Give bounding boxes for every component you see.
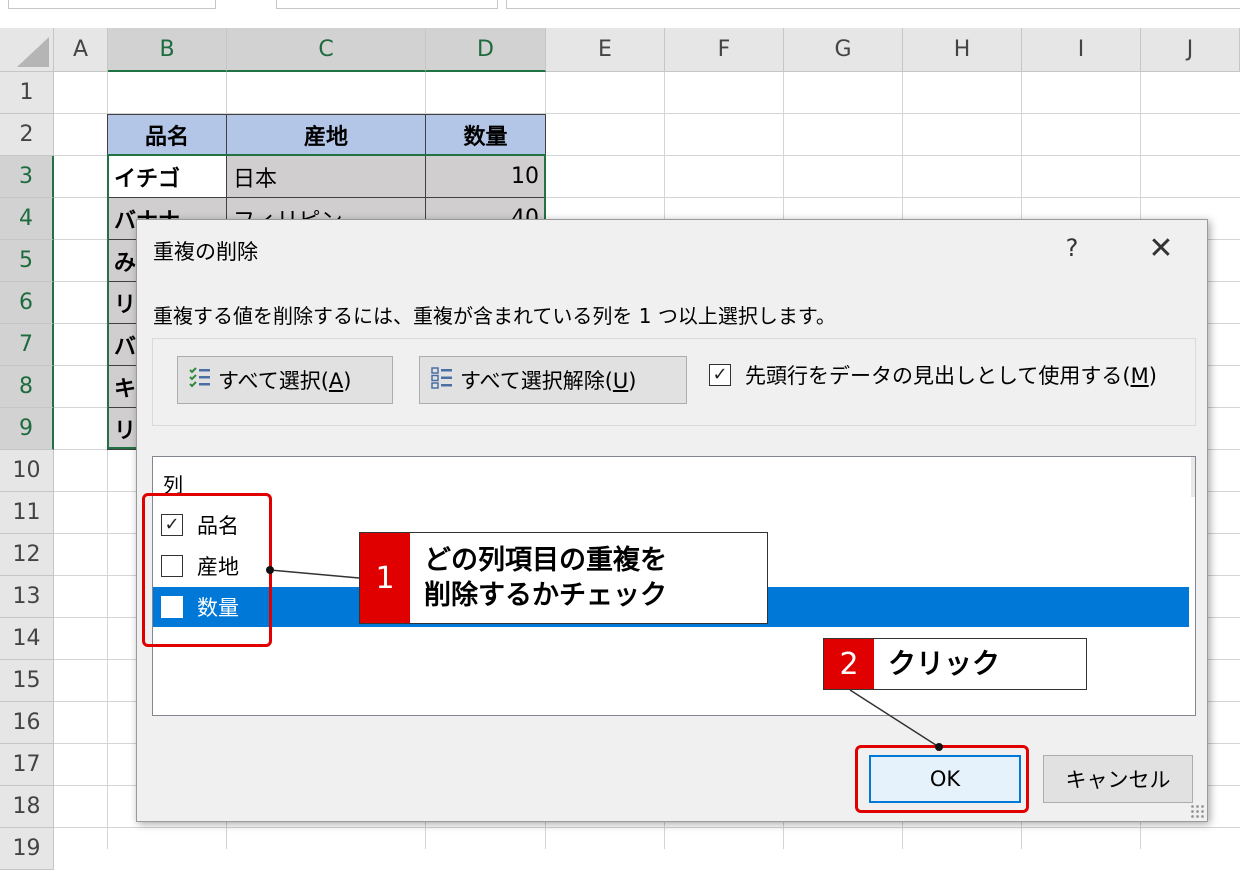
column-header-j[interactable]: J bbox=[1141, 28, 1240, 72]
row-header-1[interactable]: 1 bbox=[0, 72, 54, 114]
column-header-b[interactable]: B bbox=[108, 28, 227, 72]
select-all-label: すべて選択(A) bbox=[218, 369, 352, 393]
row-header-13[interactable]: 13 bbox=[0, 576, 54, 618]
row-header-17[interactable]: 17 bbox=[0, 744, 54, 786]
row-header-10[interactable]: 10 bbox=[0, 450, 54, 492]
formula-bar-strip bbox=[0, 0, 1240, 28]
help-icon[interactable]: ? bbox=[1057, 230, 1087, 266]
cell-c3[interactable]: 日本 bbox=[226, 155, 426, 198]
column-header-f[interactable]: F bbox=[665, 28, 784, 72]
callout-step-2: 2 クリック bbox=[823, 638, 1087, 690]
step-number-2: 2 bbox=[824, 639, 874, 689]
column-header-i[interactable]: I bbox=[1022, 28, 1141, 72]
remove-duplicates-dialog: 重複の削除 ? ✕ 重複する値を削除するには、重複が含まれている列を 1 つ以上… bbox=[136, 219, 1208, 822]
unselect-all-label: すべて選択解除(U) bbox=[460, 369, 637, 393]
check-icon[interactable]: ✓ bbox=[709, 364, 731, 386]
cell-b3[interactable]: イチゴ bbox=[107, 155, 227, 198]
cell-d2[interactable]: 数量 bbox=[425, 114, 546, 156]
row-header-9[interactable]: 9 bbox=[0, 408, 54, 450]
cancel-button[interactable]: キャンセル bbox=[1043, 755, 1193, 803]
row-header-2[interactable]: 2 bbox=[0, 114, 54, 156]
column-header-d[interactable]: D bbox=[426, 28, 546, 72]
unselect-all-button[interactable]: すべて選択解除(U) bbox=[419, 356, 687, 404]
column-header-a[interactable]: A bbox=[54, 28, 108, 72]
cell-c2[interactable]: 産地 bbox=[226, 114, 426, 156]
header-row-checkbox-label: 先頭行をデータの見出しとして使用する(M) bbox=[745, 364, 1157, 388]
column-header-e[interactable]: E bbox=[546, 28, 665, 72]
list-scrollbar[interactable] bbox=[1191, 457, 1195, 497]
close-icon[interactable]: ✕ bbox=[1141, 228, 1181, 268]
row-header-19[interactable]: 19 bbox=[0, 828, 54, 870]
column-header-c[interactable]: C bbox=[227, 28, 426, 72]
highlight-ok-button bbox=[855, 745, 1029, 813]
highlight-columns-checkboxes bbox=[142, 493, 272, 647]
row-header-7[interactable]: 7 bbox=[0, 324, 54, 366]
row-header-18[interactable]: 18 bbox=[0, 786, 54, 828]
select-all-icon bbox=[188, 366, 212, 395]
callout-step-2-text: クリック bbox=[888, 646, 1001, 680]
name-box[interactable] bbox=[8, 0, 216, 9]
row-header-8[interactable]: 8 bbox=[0, 366, 54, 408]
row-header-4[interactable]: 4 bbox=[0, 198, 54, 240]
select-all-corner[interactable] bbox=[0, 28, 54, 72]
step-number-1: 1 bbox=[360, 533, 410, 623]
row-header-15[interactable]: 15 bbox=[0, 660, 54, 702]
row-header-6[interactable]: 6 bbox=[0, 282, 54, 324]
cell-d3[interactable]: 10 bbox=[425, 155, 546, 198]
header-row-checkbox[interactable]: ✓ 先頭行をデータの見出しとして使用する(M) bbox=[709, 360, 1157, 390]
row-header-5[interactable]: 5 bbox=[0, 240, 54, 282]
unselect-all-icon bbox=[430, 366, 454, 395]
row-header-11[interactable]: 11 bbox=[0, 492, 54, 534]
row-header-16[interactable]: 16 bbox=[0, 702, 54, 744]
select-all-button[interactable]: すべて選択(A) bbox=[177, 356, 393, 404]
column-header-g[interactable]: G bbox=[784, 28, 903, 72]
callout-step-1: 1 どの列項目の重複を 削除するかチェック bbox=[359, 532, 768, 624]
function-box[interactable] bbox=[276, 0, 498, 9]
resize-grip[interactable] bbox=[1190, 804, 1204, 818]
dialog-title: 重複の削除 bbox=[153, 240, 258, 264]
callout-step-1-text: どの列項目の重複を 削除するかチェック bbox=[424, 544, 667, 611]
dialog-description: 重複する値を削除するには、重複が含まれている列を 1 つ以上選択します。 bbox=[153, 304, 836, 328]
cell-b2[interactable]: 品名 bbox=[107, 114, 227, 156]
formula-input[interactable] bbox=[506, 0, 1240, 9]
row-header-14[interactable]: 14 bbox=[0, 618, 54, 660]
column-header-h[interactable]: H bbox=[903, 28, 1022, 72]
row-header-12[interactable]: 12 bbox=[0, 534, 54, 576]
row-header-3[interactable]: 3 bbox=[0, 156, 54, 198]
